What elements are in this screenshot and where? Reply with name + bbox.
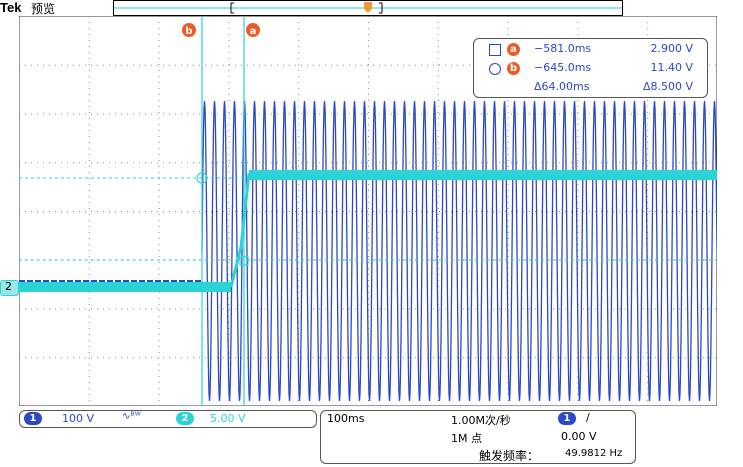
cursor-b-volt: 11.40 V [650, 61, 693, 74]
delta-volt: Δ8.500 V [642, 80, 693, 93]
cursor-a-badge: a [507, 43, 520, 56]
cursor-a-time: −581.0ms [534, 42, 592, 55]
svg-text:b: b [185, 26, 192, 37]
circle-icon [489, 63, 501, 75]
svg-text:a: a [250, 26, 257, 37]
ch1-scale[interactable]: 100 V [62, 412, 94, 425]
trigger-level[interactable]: 0.00 V [561, 430, 597, 443]
timebase-status-bar: 100ms 1.00M次/秒 1 ∕ 1M 点 0.00 V 触发频率： 49.… [320, 410, 636, 464]
brand-logo: Tek [0, 0, 22, 15]
cursor-readout-panel: a −581.0ms 2.900 V b −645.0ms 11.40 V Δ6… [473, 38, 708, 98]
bandwidth-limit-icon: ∿ᴮᵂ [122, 411, 141, 422]
channel-status-bar: 1 100 V ∿ᴮᵂ 2 5.00 V [19, 410, 317, 428]
cursor-b-time: −645.0ms [534, 61, 592, 74]
cursor-b-readout: b −645.0ms 11.40 V [474, 60, 707, 78]
cursor-a-readout: a −581.0ms 2.900 V [474, 41, 707, 59]
cursor-a-volt: 2.900 V [650, 42, 693, 55]
record-length: 1M 点 [451, 432, 482, 445]
cursor-b-badge: b [507, 62, 520, 75]
ch2-ground-marker[interactable]: 2 [0, 280, 19, 296]
ch1-badge[interactable]: 1 [24, 412, 42, 425]
ch2-badge[interactable]: 2 [176, 412, 194, 425]
sample-rate: 1.00M次/秒 [451, 414, 511, 427]
trigger-frequency-value: 49.9812 Hz [565, 448, 623, 459]
trigger-source-badge[interactable]: 1 [558, 412, 576, 425]
cursor-delta-readout: Δ64.00ms Δ8.500 V [474, 79, 707, 97]
time-scale[interactable]: 100ms [327, 412, 364, 425]
delta-time: Δ64.00ms [534, 80, 590, 93]
record-view-bar[interactable] [113, 0, 623, 16]
trigger-frequency-label: 触发频率： [479, 449, 540, 463]
square-icon [489, 44, 501, 56]
acquisition-mode: 预览 [31, 2, 56, 16]
ch2-scale[interactable]: 5.00 V [210, 412, 246, 425]
top-bar: Tek 预览 [0, 0, 743, 16]
trigger-position-marker[interactable] [364, 2, 372, 13]
trigger-slope-icon: ∕ [586, 411, 590, 424]
